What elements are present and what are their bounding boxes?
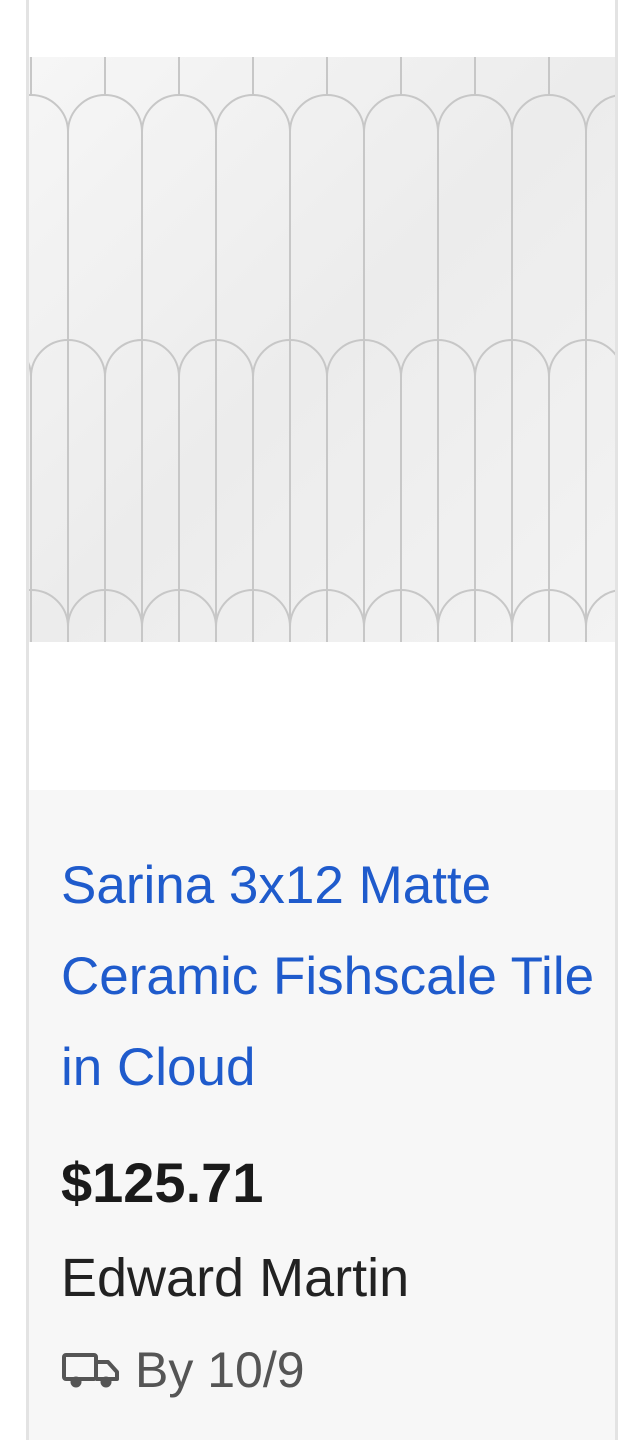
product-info: Sarina 3x12 Matte Ceramic Fishscale Tile… [29,790,615,1440]
delivery-estimate: By 10/9 [61,1337,305,1403]
delivery-date: By 10/9 [135,1342,305,1398]
product-title-link[interactable]: Sarina 3x12 Matte Ceramic Fishscale Tile… [61,840,601,1113]
product-image-area[interactable] [29,0,615,790]
product-image[interactable] [29,57,615,642]
truck-icon [62,1353,119,1388]
product-price: $125.71 [61,1151,264,1214]
product-page: Sarina 3x12 Matte Ceramic Fishscale Tile… [0,0,639,1440]
seller-name: Edward Martin [61,1248,410,1308]
product-card[interactable]: Sarina 3x12 Matte Ceramic Fishscale Tile… [26,0,618,1440]
fishscale-tile-image [29,57,615,642]
